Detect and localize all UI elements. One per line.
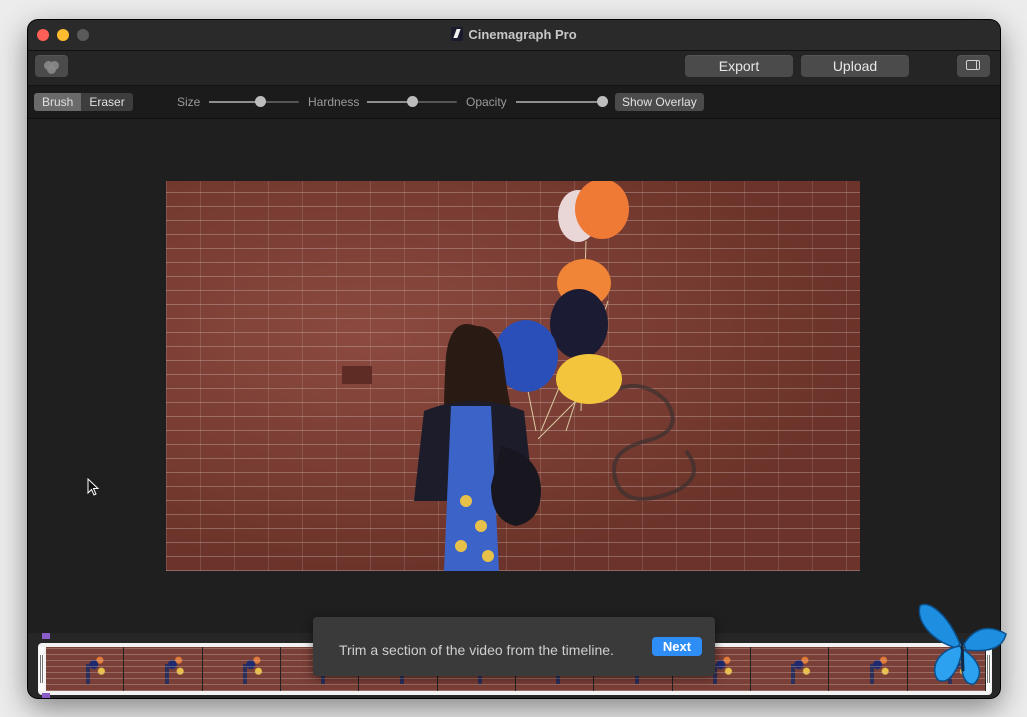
timeline-frame [124,647,203,691]
graffiti-mark [594,384,696,501]
sidebar-toggle-icon [966,60,980,70]
size-slider-knob[interactable] [255,96,267,107]
video-preview[interactable] [166,181,860,571]
person-bag [491,446,541,526]
wall-ledge [342,366,372,384]
upload-button[interactable]: Upload [801,55,909,77]
video-frame-illustration [342,181,696,571]
onboarding-tooltip: Trim a section of the video from the tim… [313,617,715,676]
opacity-slider-knob[interactable] [596,96,608,107]
timeline-frame [46,647,125,691]
balloon-orange-top [575,181,629,239]
size-slider[interactable] [209,96,299,107]
show-overlay-button[interactable]: Show Overlay [615,93,704,111]
balloon-emoji [556,354,622,404]
brush-mode-segmented-control: Brush Eraser [34,93,133,111]
editor-canvas[interactable] [28,119,1000,633]
effects-button[interactable] [35,55,68,77]
brush-mode-button[interactable]: Brush [34,93,82,111]
app-window: Cinemagraph Pro Export Upload Brush Eras… [28,20,1000,698]
hardness-label: Hardness [308,95,360,109]
main-toolbar: Export Upload [28,51,1000,86]
brush-toolbar: Brush Eraser Size Hardness Opacity Show … [28,86,1000,119]
hardness-slider[interactable] [367,96,457,107]
playhead-marker-top[interactable] [42,633,50,639]
tooltip-next-button[interactable]: Next [652,637,702,656]
opacity-slider[interactable] [516,96,608,107]
playhead-marker-bottom[interactable] [42,693,50,698]
mouse-cursor-icon [87,477,100,501]
export-button[interactable]: Export [685,55,793,77]
timeline-frame [202,647,281,691]
timeline-frame [829,647,908,691]
hardness-slider-knob[interactable] [407,96,418,107]
tooltip-message: Trim a section of the video from the tim… [339,642,614,658]
window-title-text: Cinemagraph Pro [468,27,577,42]
person-jumpsuit [444,406,499,571]
window-title: Cinemagraph Pro [28,27,1000,42]
timeline-frame [750,647,830,691]
sidebar-toggle-button[interactable] [957,55,990,77]
opacity-label: Opacity [466,95,507,109]
butterfly-icon [916,600,1008,695]
size-label: Size [177,95,201,109]
app-logo-icon [451,27,464,41]
eraser-mode-button[interactable]: Eraser [81,93,133,111]
trim-start-handle[interactable] [39,647,44,691]
balloon-navy [550,289,608,359]
title-bar: Cinemagraph Pro [28,20,1000,51]
